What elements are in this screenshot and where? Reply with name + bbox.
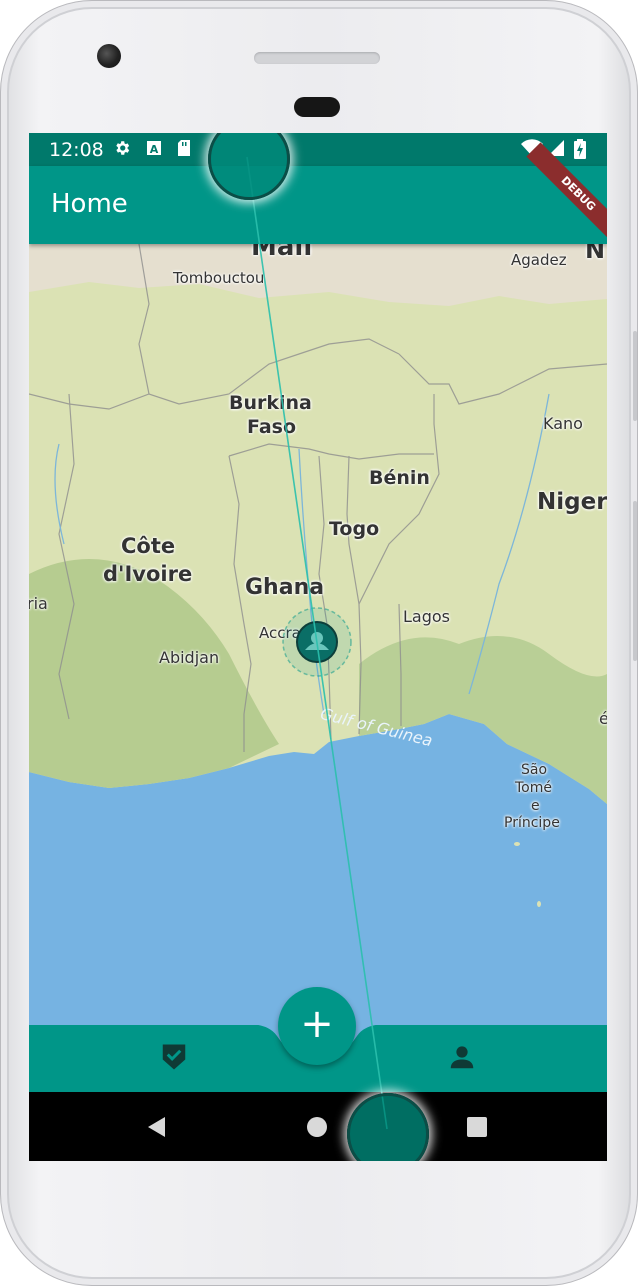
status-time: 12:08 <box>49 139 104 161</box>
svg-text:A: A <box>150 143 159 156</box>
island <box>537 901 541 907</box>
map-label-abidjan: Abidjan <box>159 648 220 667</box>
recents-icon[interactable] <box>467 1117 487 1141</box>
device-screen: 12:08 A Home DEBUG Mali Tombouctou Agade… <box>29 133 607 1161</box>
volume-button[interactable] <box>633 501 637 661</box>
map-label-faso: Faso <box>247 416 297 438</box>
system-navigation-bar <box>29 1092 607 1161</box>
map-label-liberia: ria <box>29 594 48 613</box>
sd-card-icon <box>175 139 193 159</box>
back-icon[interactable] <box>145 1116 167 1142</box>
map-label-togo: Togo <box>329 518 380 540</box>
verified-shield-icon[interactable] <box>159 1042 189 1072</box>
map-label-kano: Kano <box>543 414 583 433</box>
map-label-edge: é <box>599 709 607 728</box>
home-icon[interactable] <box>306 1116 328 1142</box>
map-label-tombouctou: Tombouctou <box>173 269 265 287</box>
map-label-ghana: Ghana <box>245 575 325 600</box>
map-label-divoire: d'Ivoire <box>103 562 193 586</box>
power-button[interactable] <box>633 331 637 421</box>
status-bar: 12:08 A <box>29 133 607 166</box>
settings-icon <box>113 139 131 159</box>
phone-frame: 12:08 A Home DEBUG Mali Tombouctou Agade… <box>0 0 638 1286</box>
map-label-cote: Côte <box>121 534 176 558</box>
app-bar: Home DEBUG <box>29 142 607 246</box>
person-icon[interactable] <box>447 1042 477 1072</box>
map-label-benin: Bénin <box>369 467 430 489</box>
map-label-tome: Tomé <box>515 780 552 796</box>
map-label-principe: Príncipe <box>504 815 560 831</box>
battery-charging-icon <box>571 139 589 159</box>
proximity-sensor <box>294 97 340 117</box>
map-label-e: e <box>531 798 540 814</box>
map-label-nigeria: Nigeri <box>537 489 607 515</box>
earpiece-speaker <box>254 52 380 64</box>
map-label-agadez: Agadez <box>511 251 567 269</box>
page-title: Home <box>51 189 128 219</box>
font-a-icon: A <box>145 139 163 159</box>
front-camera <box>97 44 121 68</box>
map-label-sao: São <box>521 762 548 778</box>
location-marker[interactable] <box>277 602 357 682</box>
add-button[interactable]: + <box>278 987 356 1065</box>
map-label-burkina: Burkina <box>229 392 312 414</box>
island <box>514 842 520 846</box>
map-label-lagos: Lagos <box>403 607 450 626</box>
